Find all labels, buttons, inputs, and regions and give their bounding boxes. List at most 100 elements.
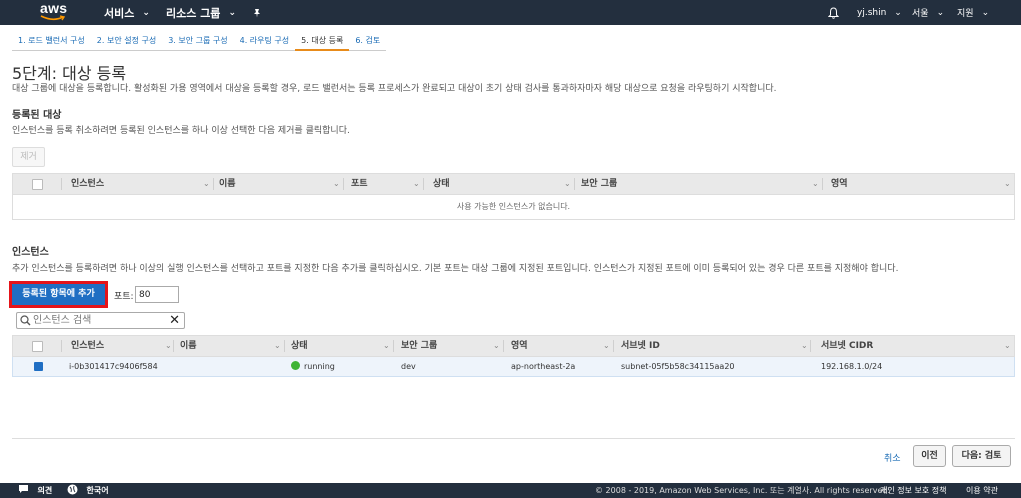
instances-table-header: 인스턴스 ⌄ 이름 ⌄ 상태 ⌄ 보안 그룹 ⌄ 영역 ⌄ 서브넷 ID ⌄ 서… (12, 335, 1015, 357)
column-security-group[interactable]: 보안 그룹 (401, 336, 437, 356)
column-zone[interactable]: 영역 (831, 174, 848, 194)
column-state[interactable]: 상태 (433, 174, 450, 194)
instance-security-group: dev (401, 362, 416, 371)
empty-table-message: 사용 가능한 인스턴스가 없습니다. (12, 195, 1015, 220)
user-name: yj.shin (857, 7, 887, 18)
user-menu[interactable]: yj.shin ⌄ (857, 0, 902, 25)
registered-table-header: 인스턴스 ⌄ 이름 ⌄ 포트 ⌄ 상태 ⌄ 보안 그룹 ⌄ 영역 ⌄ (12, 173, 1015, 195)
instance-search[interactable]: ✕ (16, 312, 185, 329)
chevron-down-icon[interactable]: ⌄ (493, 336, 500, 356)
column-divider (822, 178, 823, 190)
column-port[interactable]: 포트 (351, 174, 368, 194)
services-menu[interactable]: 서비스 ⌄ (104, 0, 150, 25)
bell-icon[interactable] (828, 0, 839, 25)
chevron-down-icon[interactable]: ⌄ (274, 336, 281, 356)
speech-bubble-icon (19, 485, 28, 493)
instance-subnet-id: subnet-05f5b58c34115aa20 (621, 362, 735, 371)
instance-zone: ap-northeast-2a (511, 362, 576, 371)
column-divider (423, 178, 424, 190)
column-security-group[interactable]: 보안 그룹 (581, 174, 617, 194)
chevron-down-icon[interactable]: ⌄ (603, 336, 610, 356)
chevron-down-icon[interactable]: ⌄ (203, 174, 210, 194)
column-divider (284, 340, 285, 352)
footer: 의견 한국어 © 2008 - 2019, Amazon Web Service… (0, 483, 1021, 498)
column-divider (810, 340, 811, 352)
tab-review[interactable]: 6. 검토 (349, 33, 387, 51)
column-state[interactable]: 상태 (291, 336, 308, 356)
instance-subnet-cidr: 192.168.1.0/24 (821, 362, 883, 371)
language-label: 한국어 (86, 486, 109, 495)
column-divider (613, 340, 614, 352)
support-menu[interactable]: 지원 ⌄ (957, 0, 989, 25)
copyright-text: © 2008 - 2019, Amazon Web Services, Inc.… (595, 486, 891, 495)
chevron-down-icon: ⌄ (981, 7, 990, 18)
table-row[interactable]: i-0b301417c9406f584 running dev ap-north… (12, 357, 1015, 377)
region-label: 서울 (912, 9, 929, 19)
chevron-down-icon: ⌄ (936, 7, 945, 18)
column-zone[interactable]: 영역 (511, 336, 528, 356)
page-description: 대상 그룹에 대상을 등록합니다. 활성화된 가용 영역에서 대상을 등록할 경… (12, 84, 777, 94)
column-divider (393, 340, 394, 352)
tab-security-settings[interactable]: 2. 보안 설정 구성 (90, 33, 163, 51)
column-name[interactable]: 이름 (180, 336, 197, 356)
chevron-down-icon[interactable]: ⌄ (1004, 174, 1011, 194)
remove-button[interactable]: 제거 (12, 147, 45, 167)
chevron-down-icon[interactable]: ⌄ (801, 336, 808, 356)
column-subnet-cidr[interactable]: 서브넷 CIDR (821, 336, 873, 356)
chevron-down-icon[interactable]: ⌄ (383, 336, 390, 356)
globe-icon (67, 484, 78, 495)
feedback-label: 의견 (37, 486, 53, 495)
close-icon[interactable]: ✕ (169, 314, 180, 327)
column-divider (213, 178, 214, 190)
feedback-link[interactable]: 의견 (18, 483, 52, 498)
row-checkbox[interactable] (34, 362, 43, 371)
running-status-icon (291, 361, 300, 370)
region-menu[interactable]: 서울 ⌄ (912, 0, 944, 25)
chevron-down-icon[interactable]: ⌄ (1004, 336, 1011, 356)
services-label: 서비스 (104, 6, 135, 20)
chevron-down-icon[interactable]: ⌄ (333, 174, 340, 194)
instances-title: 인스턴스 (12, 247, 49, 258)
column-divider (343, 178, 344, 190)
instances-description: 추가 인스턴스를 등록하려면 하나 이상의 실행 인스턴스를 선택하고 포트를 … (12, 264, 899, 274)
chevron-down-icon[interactable]: ⌄ (812, 174, 819, 194)
terms-link[interactable]: 이용 약관 (966, 483, 998, 498)
chevron-down-icon: ⌄ (228, 7, 236, 18)
privacy-link[interactable]: 개인 정보 보호 정책 (880, 483, 947, 498)
column-instance[interactable]: 인스턴스 (71, 174, 104, 194)
language-selector[interactable]: 한국어 (67, 483, 109, 498)
select-all-checkbox[interactable] (32, 341, 43, 352)
registered-targets-description: 인스턴스를 등록 취소하려면 등록된 인스턴스를 하나 이상 선택한 다음 제거… (12, 126, 350, 136)
cancel-link[interactable]: 취소 (884, 451, 901, 464)
add-to-registered-button[interactable]: 등록된 항목에 추가 (12, 284, 105, 305)
search-icon (20, 315, 31, 326)
previous-button[interactable]: 이전 (913, 445, 946, 467)
registered-targets-title: 등록된 대상 (12, 110, 62, 121)
pin-icon[interactable] (252, 0, 262, 25)
chevron-down-icon: ⌄ (142, 7, 150, 18)
column-divider (61, 340, 62, 352)
instance-state-text: running (304, 362, 335, 371)
column-instance[interactable]: 인스턴스 (71, 336, 104, 356)
column-divider (173, 340, 174, 352)
search-input[interactable] (33, 314, 167, 327)
port-input[interactable] (135, 286, 179, 303)
chevron-down-icon[interactable]: ⌄ (413, 174, 420, 194)
tab-register-targets[interactable]: 5. 대상 등록 (295, 33, 350, 51)
tab-routing[interactable]: 4. 라우팅 구성 (233, 33, 296, 51)
chevron-down-icon: ⌄ (894, 7, 902, 18)
resource-groups-menu[interactable]: 리소스 그룹 ⌄ (166, 0, 236, 25)
column-subnet-id[interactable]: 서브넷 ID (621, 336, 660, 356)
divider (12, 438, 1015, 439)
next-review-button[interactable]: 다음: 검토 (952, 445, 1011, 467)
tab-load-balancer[interactable]: 1. 로드 밸런서 구성 (12, 33, 91, 51)
column-name[interactable]: 이름 (219, 174, 236, 194)
chevron-down-icon[interactable]: ⌄ (564, 174, 571, 194)
aws-logo-text: aws (40, 0, 68, 16)
instance-id: i-0b301417c9406f584 (69, 362, 158, 371)
aws-logo[interactable]: aws (40, 1, 70, 23)
tab-security-groups[interactable]: 3. 보안 그룹 구성 (162, 33, 234, 51)
chevron-down-icon[interactable]: ⌄ (165, 336, 172, 356)
select-all-checkbox[interactable] (32, 179, 43, 190)
column-divider (503, 340, 504, 352)
